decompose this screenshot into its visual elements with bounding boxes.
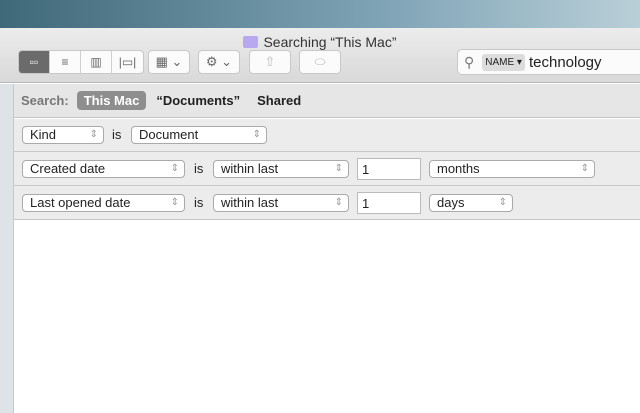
criteria-row: Last opened date is within last 1 days (14, 186, 640, 220)
search-input[interactable]: technology (529, 54, 602, 71)
view-mode-segmented-control[interactable]: ▫▫ ≡ ▥ |▭| (18, 50, 144, 74)
window-title: Searching “This Mac” (0, 34, 640, 50)
scope-this-mac[interactable]: This Mac (76, 91, 147, 110)
operator-label: is (194, 195, 204, 210)
list-view-button[interactable]: ≡ (50, 51, 81, 73)
scope-shared[interactable]: Shared (257, 93, 301, 108)
amount-input[interactable]: 1 (357, 192, 421, 214)
attribute-popup[interactable]: Last opened date (22, 194, 185, 212)
share-button[interactable]: ⇧ (249, 50, 291, 74)
search-scope-bar: Search: This Mac “Documents” Shared (14, 84, 640, 118)
unit-popup[interactable]: days (429, 194, 513, 212)
condition-popup[interactable]: within last (213, 160, 349, 178)
scope-label: Search: (21, 93, 69, 108)
column-view-button[interactable]: ▥ (81, 51, 112, 73)
condition-popup[interactable]: within last (213, 194, 349, 212)
attribute-popup[interactable]: Kind (22, 126, 104, 144)
criteria-row: Kind is Document (14, 119, 640, 152)
operator-label: is (194, 161, 204, 176)
name-token-dropdown[interactable]: NAME ▾ (482, 53, 525, 71)
attribute-popup[interactable]: Created date (22, 160, 185, 178)
search-icon: ⚲ (464, 53, 475, 70)
cover-flow-view-button[interactable]: |▭| (112, 51, 143, 73)
operator-label: is (112, 127, 122, 142)
icon-view-button[interactable]: ▫▫ (19, 51, 50, 73)
smart-folder-icon (243, 36, 259, 48)
finder-titlebar: Searching “This Mac” ▫▫ ≡ ▥ |▭| ▦ ⌄ ⚙ ⌄ … (0, 28, 640, 83)
tag-button[interactable]: ⬭ (299, 50, 341, 74)
window-title-text: Searching “This Mac” (263, 34, 397, 50)
arrange-button[interactable]: ▦ ⌄ (148, 50, 190, 74)
value-popup[interactable]: Document (131, 126, 267, 144)
unit-popup[interactable]: months (429, 160, 595, 178)
action-gear-button[interactable]: ⚙ ⌄ (198, 50, 240, 74)
desktop-background (0, 0, 640, 28)
criteria-row: Created date is within last 1 months (14, 152, 640, 186)
amount-input[interactable]: 1 (357, 158, 421, 180)
sidebar-edge (0, 84, 14, 413)
search-field[interactable]: ⚲ NAME ▾ technology (457, 49, 640, 75)
scope-documents[interactable]: “Documents” (156, 93, 240, 108)
